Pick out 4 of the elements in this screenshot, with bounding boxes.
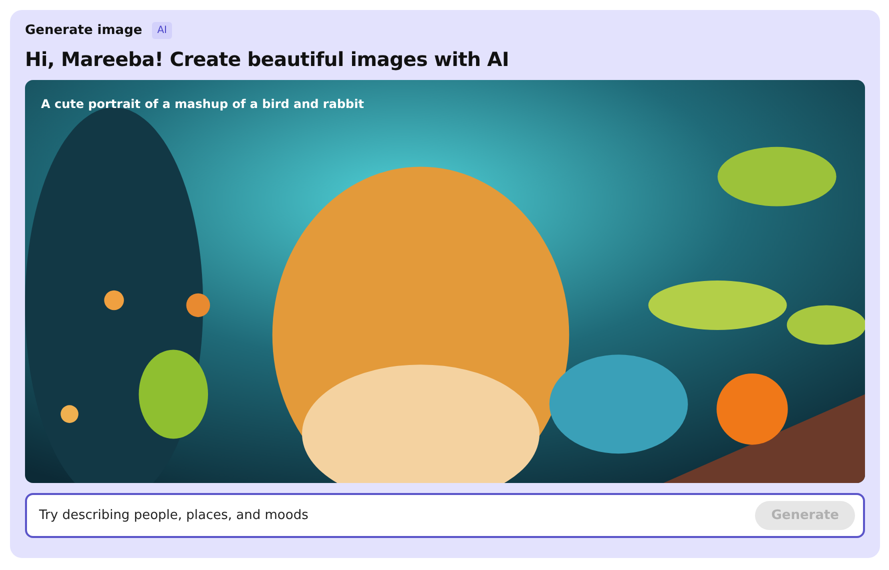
section-title: Generate image (25, 23, 142, 38)
image-caption: A cute portrait of a mashup of a bird and rabbit (41, 97, 364, 111)
heading: Hi, Mareeba! Create beautiful images with AI (25, 48, 510, 71)
ai-badge: AI (152, 22, 172, 39)
